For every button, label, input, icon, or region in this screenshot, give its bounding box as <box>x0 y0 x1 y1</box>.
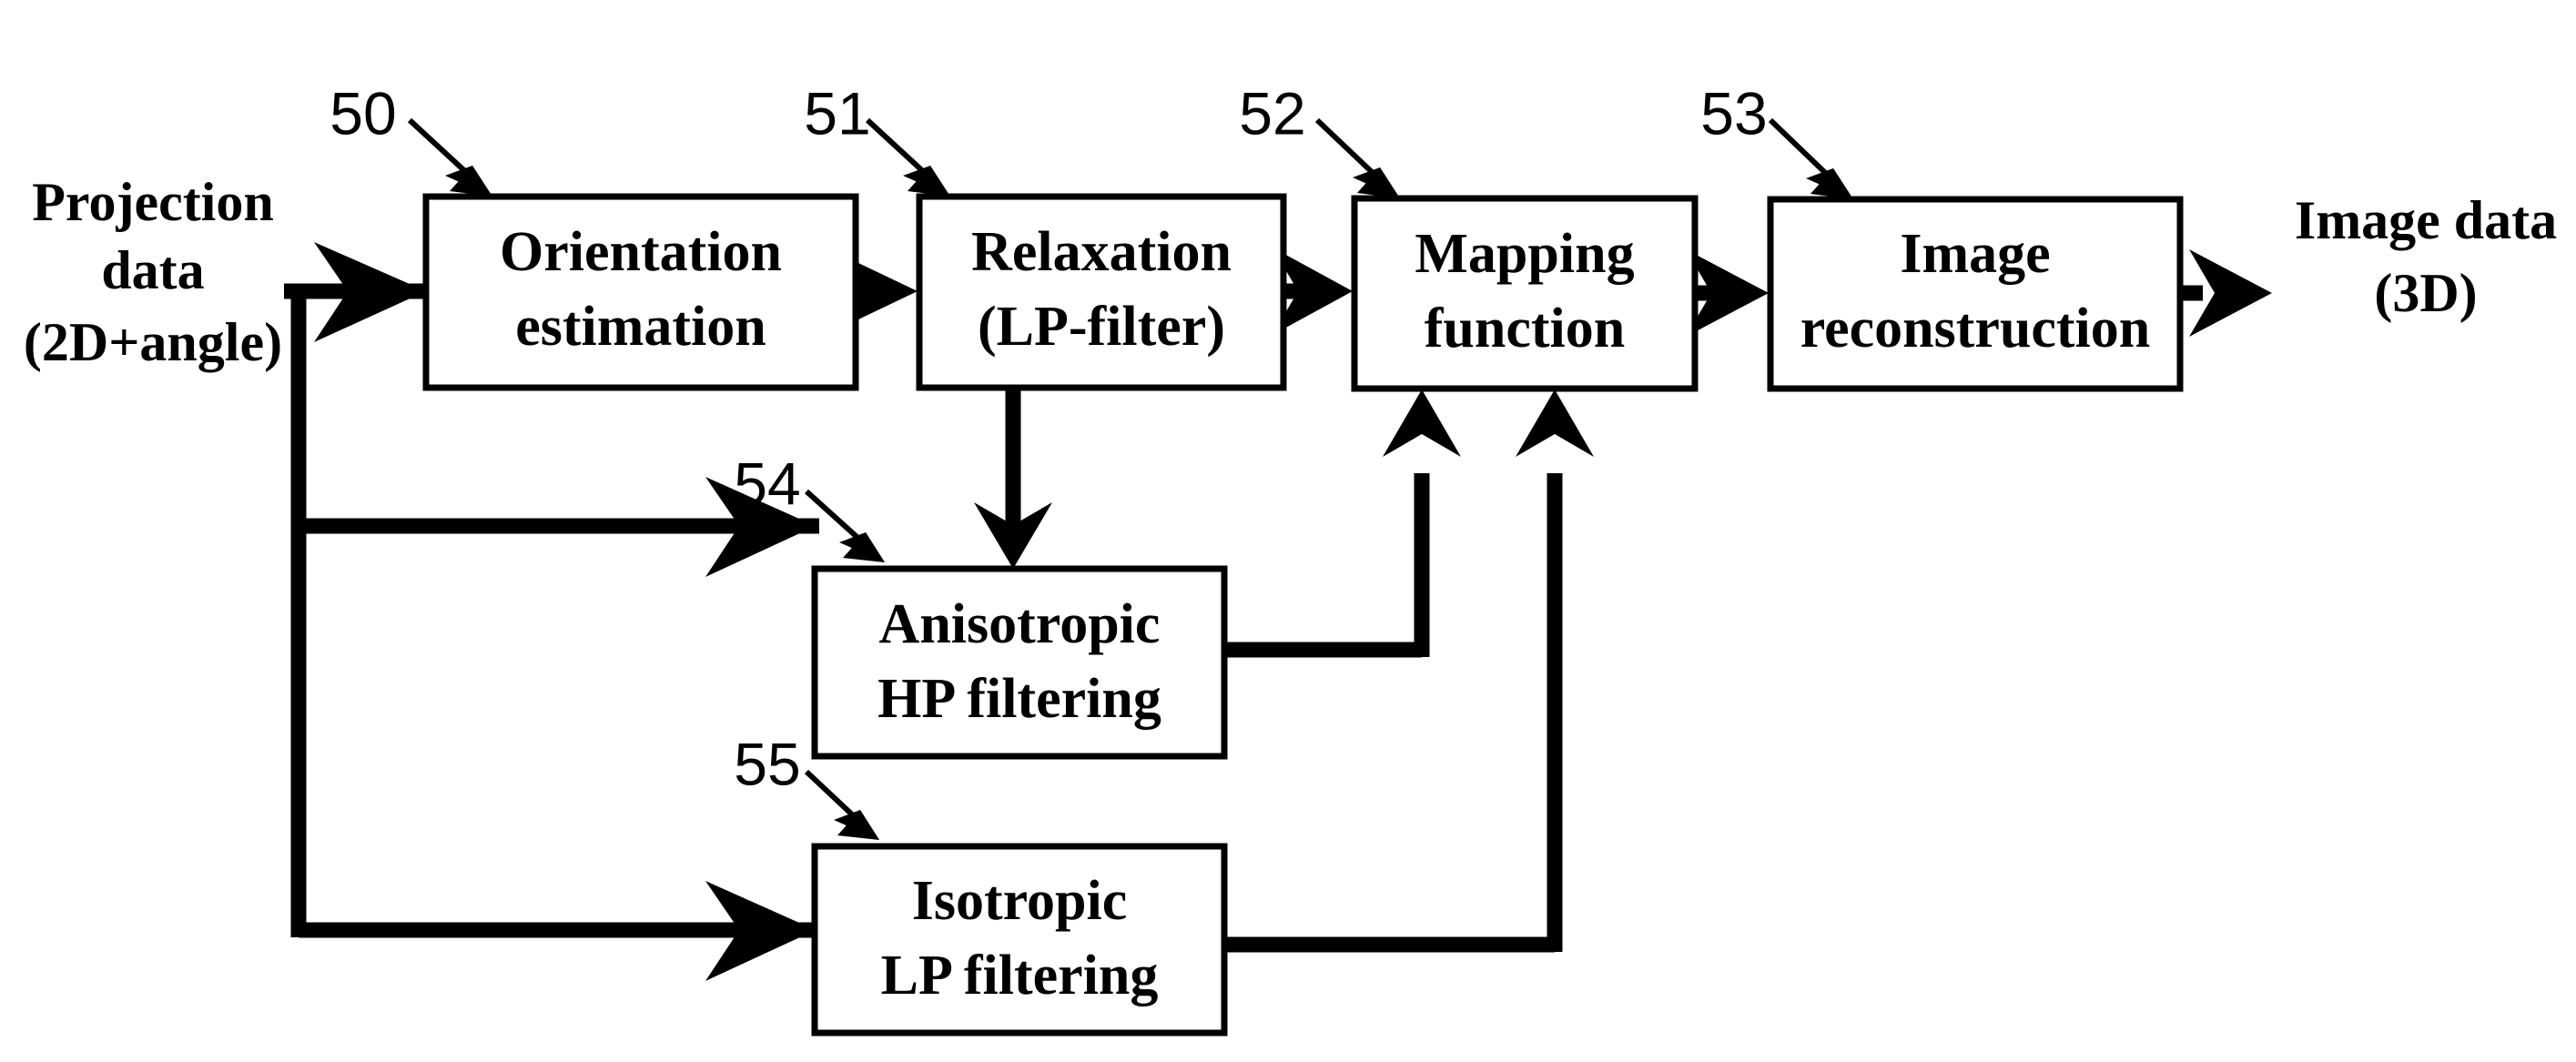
reference-label: 54 <box>734 450 800 517</box>
input-label-line3: (2D+angle) <box>24 312 282 372</box>
arrow-relaxation-to-anisotropic <box>974 387 1052 569</box>
block-label-line1: Anisotropic <box>879 593 1161 655</box>
reference-label: 53 <box>1700 79 1767 147</box>
block-label-line1: Mapping <box>1415 223 1634 285</box>
output-label-line2: (3D) <box>2374 263 2477 323</box>
block-label-line1: Relaxation <box>971 221 1232 283</box>
block-label-line1: Image <box>1900 223 2050 285</box>
reference-numeral-51: 51 <box>804 79 950 197</box>
block-label-line2: HP filtering <box>877 668 1161 730</box>
arrow-isotropic-to-mapping <box>1212 389 1594 953</box>
block-label-line2: estimation <box>515 296 766 358</box>
input-label-line1: Projection <box>32 172 273 232</box>
block-label-line2: reconstruction <box>1800 298 2151 359</box>
reference-label: 52 <box>1239 79 1305 147</box>
input-label-line2: data <box>101 240 204 300</box>
reference-numeral-53: 53 <box>1700 79 1853 199</box>
arrow-reconstruction-to-output <box>2180 249 2272 337</box>
block-label-line2: function <box>1425 298 1625 359</box>
arrow-anisotropic-to-mapping <box>1212 389 1461 658</box>
block-label-line2: LP filtering <box>881 945 1159 1006</box>
reference-label: 50 <box>330 79 396 147</box>
reference-label: 51 <box>804 79 870 147</box>
block-label-line1: Orientation <box>500 221 782 283</box>
reference-numeral-52: 52 <box>1239 79 1400 198</box>
block-relaxation-lp-filter[interactable]: Relaxation (LP-filter) <box>916 193 1287 391</box>
block-isotropic-lp-filtering[interactable]: Isotropic LP filtering <box>811 843 1228 1037</box>
reference-numeral-50: 50 <box>330 79 492 197</box>
block-mapping-function[interactable]: Mapping function <box>1351 195 1699 392</box>
reference-label: 55 <box>734 730 800 797</box>
arrow-mapping-to-reconstruction <box>1686 249 1769 337</box>
block-anisotropic-hp-filtering[interactable]: Anisotropic HP filtering <box>811 565 1228 760</box>
output-label-image-data: Image data (3D) <box>2295 190 2557 323</box>
block-label-line2: (LP-filter) <box>978 296 1225 358</box>
diagram-canvas: Orientation estimation Relaxation (LP-fi… <box>24 79 2557 1037</box>
block-label-line1: Isotropic <box>912 870 1128 932</box>
output-label-line1: Image data <box>2295 190 2557 250</box>
block-orientation-estimation[interactable]: Orientation estimation <box>422 193 859 391</box>
block-image-reconstruction[interactable]: Image reconstruction <box>1767 196 2184 392</box>
input-label-projection-data: Projection data (2D+angle) <box>24 172 282 372</box>
block-diagram: Orientation estimation Relaxation (LP-fi… <box>0 0 2576 1062</box>
